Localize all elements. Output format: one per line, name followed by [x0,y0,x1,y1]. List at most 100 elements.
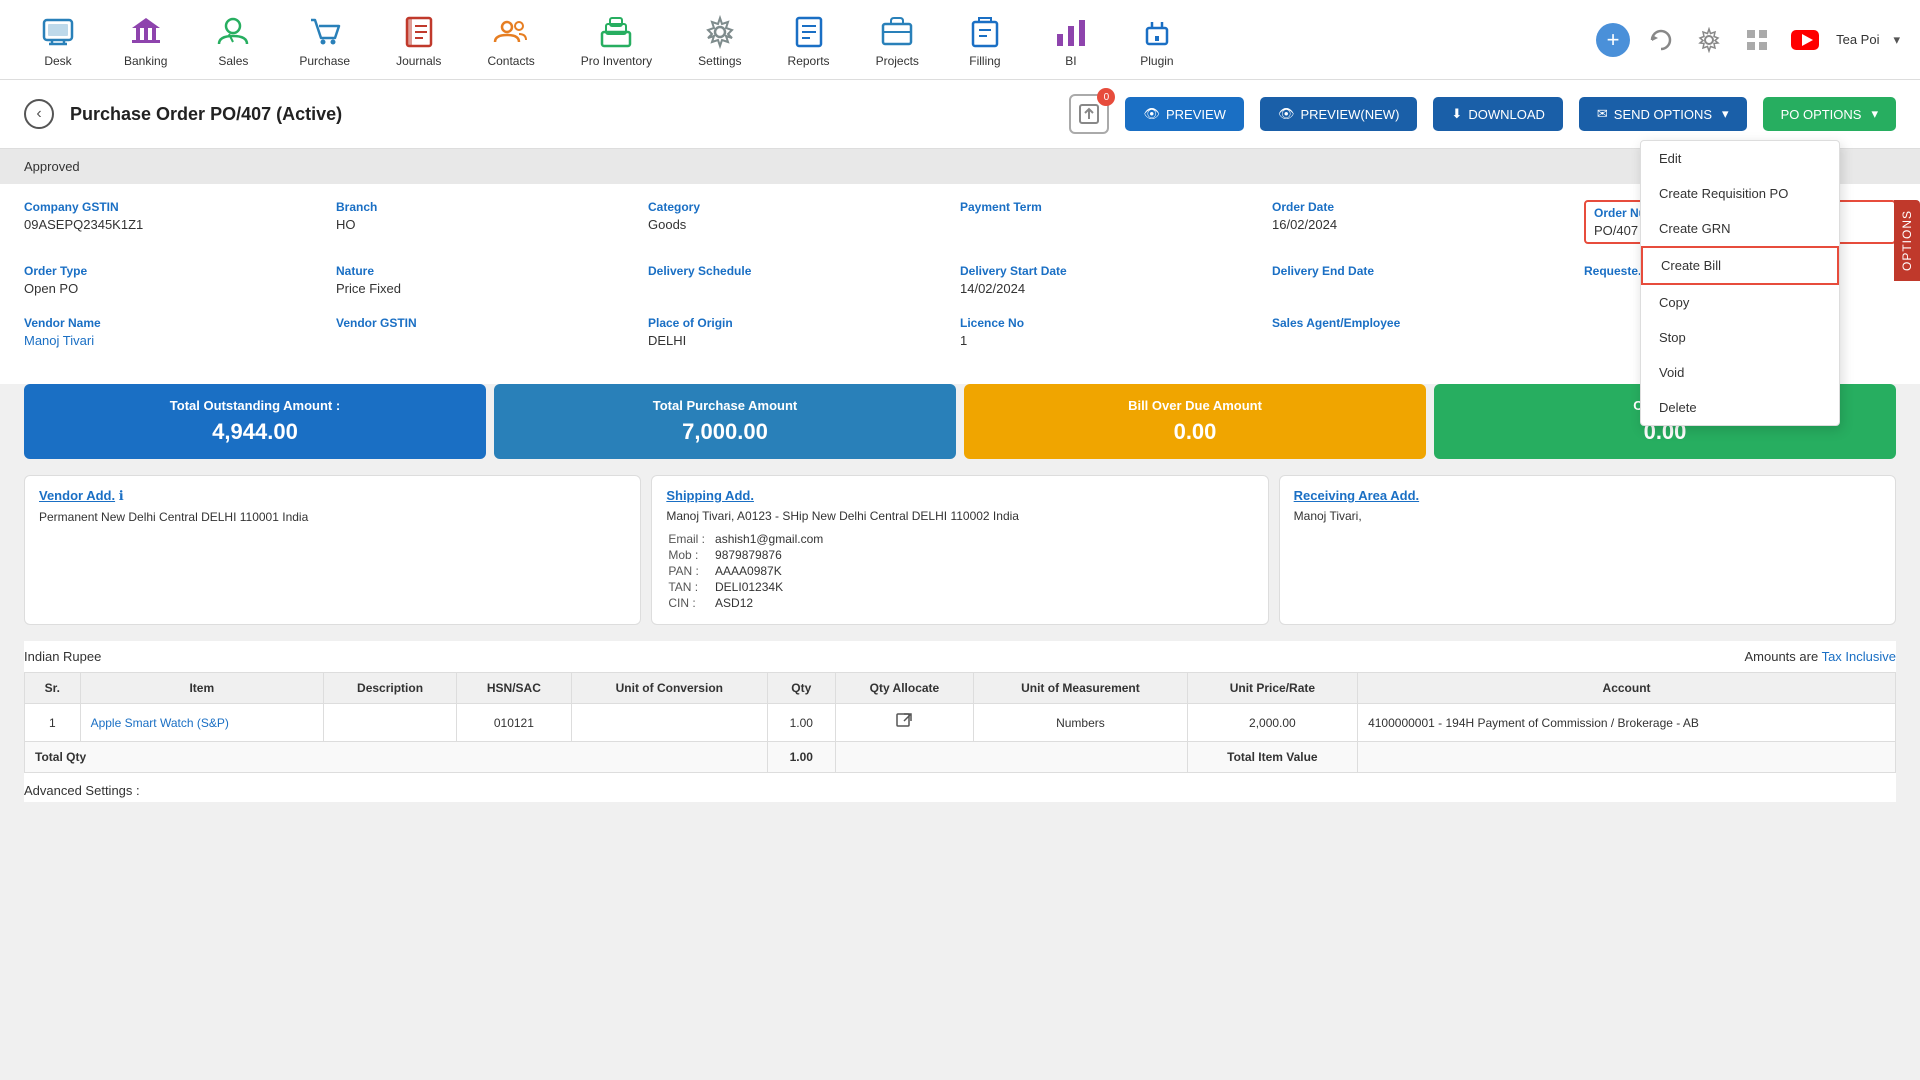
reports-label: Reports [788,54,830,68]
field-vendor-gstin: Vendor GSTIN [336,316,648,348]
po-options-button[interactable]: PO OPTIONS ▾ [1763,97,1896,131]
nav-item-desk[interactable]: Desk [20,4,96,76]
fields-section: Company GSTIN 09ASEPQ2345K1Z1 Branch HO … [0,184,1920,384]
menu-item-stop[interactable]: Stop [1641,320,1839,355]
nav-item-journals[interactable]: Journals [378,4,459,76]
nav-item-plugin[interactable]: Plugin [1119,4,1195,76]
order-date-label: Order Date [1272,200,1564,214]
preview-new-icon: 👁 [1278,106,1295,122]
vendor-info-icon[interactable]: ℹ [119,488,124,503]
address-section: Vendor Add. ℹ Permanent New Delhi Centra… [24,475,1896,625]
download-button[interactable]: ⬇ DOWNLOAD [1433,97,1562,131]
field-branch: Branch HO [336,200,648,244]
grid-icon[interactable] [1740,23,1774,57]
user-menu[interactable]: Tea Poi [1836,32,1879,47]
tan-value: DELI01234K [715,580,823,594]
row-item[interactable]: Apple Smart Watch (S&P) [80,704,323,742]
nav-item-reports[interactable]: Reports [770,4,848,76]
journals-icon [399,12,439,52]
total-qty-value: 1.00 [767,742,835,773]
col-unit-price: Unit Price/Rate [1187,673,1357,704]
col-unit-conversion: Unit of Conversion [571,673,767,704]
po-options-dropdown: Edit Create Requisition PO Create GRN Cr… [1640,140,1840,426]
sales-label: Sales [218,54,248,68]
purchase-icon [305,12,345,52]
options-side-tab[interactable]: OPTIONS [1894,200,1920,281]
row-qty-allocate[interactable] [835,704,973,742]
download-icon: ⬇ [1451,106,1462,122]
menu-item-create-bill[interactable]: Create Bill [1641,246,1839,285]
nav-item-bi[interactable]: BI [1033,4,1109,76]
nav-item-pro-inventory[interactable]: Pro Inventory [563,4,670,76]
purchase-order-table: Sr. Item Description HSN/SAC Unit of Con… [24,672,1896,773]
receiving-address-text: Manoj Tivari, [1294,507,1881,526]
cin-label: CIN : [668,596,713,610]
row-unit-price: 2,000.00 [1187,704,1357,742]
tax-inclusive-link[interactable]: Tax Inclusive [1822,649,1896,664]
licence-no-value: 1 [960,333,1252,348]
vendor-address-link[interactable]: Vendor Add. [39,488,115,503]
nav-item-contacts[interactable]: Contacts [469,4,552,76]
preview-button[interactable]: 👁 PREVIEW [1125,97,1243,131]
fields-row-1: Company GSTIN 09ASEPQ2345K1Z1 Branch HO … [24,200,1896,244]
nav-item-banking[interactable]: Banking [106,4,185,76]
menu-item-edit[interactable]: Edit [1641,141,1839,176]
nav-item-filling[interactable]: Filling [947,4,1023,76]
email-label: Email : [668,532,713,546]
delivery-schedule-label: Delivery Schedule [648,264,940,278]
menu-item-create-grn[interactable]: Create GRN [1641,211,1839,246]
menu-item-create-requisition-po[interactable]: Create Requisition PO [1641,176,1839,211]
preview-new-button[interactable]: 👁 PREVIEW(NEW) [1260,97,1417,131]
gear-icon[interactable] [1692,23,1726,57]
purchase-amount-title: Total Purchase Amount [514,398,936,413]
col-unit-measurement: Unit of Measurement [974,673,1188,704]
bill-overdue-value: 0.00 [984,419,1406,445]
vendor-name-value[interactable]: Manoj Tivari [24,333,316,348]
user-chevron-icon[interactable]: ▾ [1893,32,1900,48]
col-account: Account [1358,673,1896,704]
menu-item-copy[interactable]: Copy [1641,285,1839,320]
category-label: Category [648,200,940,214]
receiving-address-link[interactable]: Receiving Area Add. [1294,488,1419,503]
table-row: 1 Apple Smart Watch (S&P) 010121 1.00 Nu… [25,704,1896,742]
fields-row-2: Order Type Open PO Nature Price Fixed De… [24,264,1896,296]
top-navigation: Desk Banking Sales Purchase Journals Con… [0,0,1920,80]
menu-item-void[interactable]: Void [1641,355,1839,390]
vendor-address-text: Permanent New Delhi Central DELHI 110001… [39,508,626,527]
order-date-value: 16/02/2024 [1272,217,1564,232]
sales-agent-label: Sales Agent/Employee [1272,316,1564,330]
menu-item-delete[interactable]: Delete [1641,390,1839,425]
field-sales-agent: Sales Agent/Employee [1272,316,1584,348]
youtube-icon[interactable] [1788,23,1822,57]
total-row: Total Qty 1.00 Total Item Value [25,742,1896,773]
total-item-value [1358,742,1896,773]
pan-label: PAN : [668,564,713,578]
page-header: ‹ Purchase Order PO/407 (Active) 0 👁 PRE… [0,80,1920,149]
send-options-button[interactable]: ✉ SEND OPTIONS ▾ [1579,97,1747,131]
delivery-end-label: Delivery End Date [1272,264,1564,278]
mob-label: Mob : [668,548,713,562]
back-button[interactable]: ‹ [24,99,54,129]
journals-label: Journals [396,54,441,68]
row-qty: 1.00 [767,704,835,742]
row-unit-conversion [571,704,767,742]
status-label: Approved [24,159,80,174]
email-value: ashish1@gmail.com [715,532,823,546]
add-button[interactable]: + [1596,23,1630,57]
nav-item-purchase[interactable]: Purchase [281,4,368,76]
send-icon: ✉ [1597,106,1608,122]
purchase-label: Purchase [299,54,350,68]
attachment-button[interactable]: 0 [1069,94,1109,134]
send-options-arrow: ▾ [1722,106,1729,122]
order-type-label: Order Type [24,264,316,278]
banking-label: Banking [124,54,167,68]
nav-item-settings[interactable]: Settings [680,4,759,76]
shipping-address-link[interactable]: Shipping Add. [666,488,754,503]
sync-icon[interactable] [1644,23,1678,57]
nav-item-sales[interactable]: Sales [195,4,271,76]
tan-label: TAN : [668,580,713,594]
vendor-gstin-label: Vendor GSTIN [336,316,628,330]
nav-item-projects[interactable]: Projects [858,4,937,76]
company-gstin-label: Company GSTIN [24,200,316,214]
row-description [324,704,457,742]
